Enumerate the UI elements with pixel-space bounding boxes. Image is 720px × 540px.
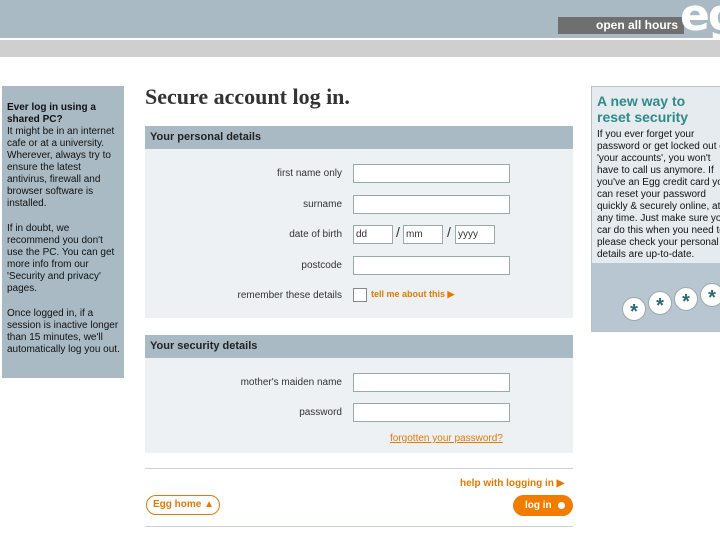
circle-icon [557, 501, 565, 509]
promo-text: If you ever forget your password or get … [597, 129, 720, 260]
surname-row: surname [145, 195, 573, 215]
page-title: Secure account log in. [145, 84, 350, 109]
password-input[interactable] [353, 403, 510, 422]
first-name-row: first name only [145, 164, 573, 184]
dob-row: date of birth dd / mm / yyyy [145, 224, 573, 245]
divider [145, 526, 573, 527]
postcode-input[interactable] [353, 256, 510, 275]
info-heading: Ever log in using a shared PC? [7, 102, 96, 125]
info-paragraph: Once logged in, if a session is inactive… [7, 308, 120, 355]
remember-label: remember these details [237, 290, 343, 301]
promo-title-line: reset security [597, 109, 689, 125]
reset-security-promo[interactable]: A new way to reset security If you ever … [591, 86, 720, 332]
first-name-input[interactable] [353, 164, 510, 183]
postcode-row: postcode [145, 256, 573, 276]
egg-logo[interactable]: eg [680, 0, 720, 41]
divider [145, 468, 573, 469]
maiden-name-row: mother's maiden name [145, 373, 573, 393]
first-name-label: first name only [276, 168, 342, 179]
asterisk-icon: * [674, 287, 698, 313]
surname-input[interactable] [353, 195, 510, 214]
password-label: password [299, 407, 342, 418]
log-in-label: log in [525, 500, 552, 511]
dob-separator: / [447, 224, 451, 240]
info-paragraph: It might be in an internet cafe or at a … [7, 126, 115, 209]
help-logging-in-link[interactable]: help with logging in ▶ [460, 478, 564, 489]
forgot-row: forgotten your password? [145, 433, 573, 453]
remember-checkbox[interactable] [353, 288, 367, 302]
asterisk-icon: * [622, 297, 646, 323]
section-heading: Your security details [145, 335, 573, 358]
log-in-button[interactable]: log in [513, 495, 573, 516]
maiden-name-label: mother's maiden name [240, 377, 342, 388]
egg-home-button[interactable]: Egg home ▲ [146, 495, 220, 515]
security-details-panel: Your security details mother's maiden na… [145, 335, 573, 453]
dob-year-input[interactable]: yyyy [455, 225, 495, 244]
info-paragraph: If in doubt, we recommend you don't use … [7, 223, 115, 294]
tell-me-link[interactable]: tell me about this ▶ [371, 289, 454, 300]
dob-separator: / [396, 224, 400, 240]
shared-pc-info: Ever log in using a shared PC? It might … [2, 86, 124, 378]
remember-row: remember these details tell me about thi… [145, 286, 573, 306]
personal-details-panel: Your personal details first name only su… [145, 126, 573, 318]
dob-month-input[interactable]: mm [403, 225, 443, 244]
forgot-password-link[interactable]: forgotten your password? [390, 433, 503, 444]
promo-title: A new way to reset security [597, 93, 688, 125]
asterisk-icon: * [648, 291, 672, 317]
password-stars-graphic: * * * * [592, 263, 720, 331]
surname-label: surname [303, 199, 342, 210]
dob-label: date of birth [289, 229, 342, 240]
open-all-hours-badge: open all hours [558, 17, 684, 34]
section-heading: Your personal details [145, 126, 573, 149]
nav-bar [0, 40, 720, 57]
promo-title-line: A new way to [597, 93, 686, 109]
maiden-name-input[interactable] [353, 373, 510, 392]
password-row: password [145, 403, 573, 423]
postcode-label: postcode [301, 260, 342, 271]
dob-day-input[interactable]: dd [353, 225, 393, 244]
asterisk-icon: * [700, 283, 720, 309]
